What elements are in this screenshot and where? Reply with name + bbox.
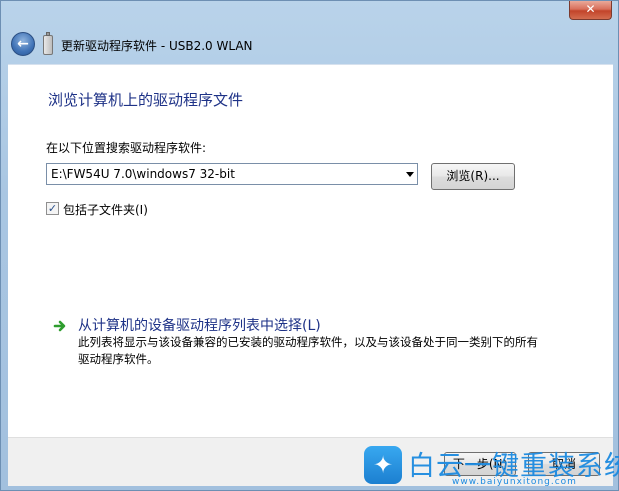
dropdown-arrow-icon[interactable]: [406, 172, 414, 177]
usb-device-icon: [43, 32, 53, 55]
footer-bar: 下一步(N) 取消: [8, 437, 613, 486]
pick-from-list-link[interactable]: 从计算机的设备驱动程序列表中选择(L): [78, 315, 321, 335]
page-heading: 浏览计算机上的驱动程序文件: [48, 91, 244, 109]
include-subfolders-label[interactable]: 包括子文件夹(I): [63, 201, 148, 218]
back-arrow-icon: ←: [17, 36, 29, 52]
green-arrow-icon: [53, 320, 66, 332]
include-subfolders-checkbox[interactable]: ✓: [46, 202, 59, 215]
title-bar: ← 更新驱动程序软件 - USB2.0 WLAN: [7, 29, 612, 63]
next-button[interactable]: 下一步(N): [444, 452, 516, 476]
cancel-button[interactable]: 取消: [528, 452, 600, 476]
content-panel: 浏览计算机上的驱动程序文件 在以下位置搜索驱动程序软件: E:\FW54U 7.…: [8, 64, 613, 438]
back-button[interactable]: ←: [11, 32, 35, 56]
path-combobox[interactable]: E:\FW54U 7.0\windows7 32-bit: [46, 163, 418, 185]
close-button[interactable]: ✕: [569, 1, 612, 20]
checkmark-icon: ✓: [47, 202, 58, 215]
window-title: 更新驱动程序软件 - USB2.0 WLAN: [61, 39, 253, 53]
browse-button[interactable]: 浏览(R)...: [431, 163, 515, 190]
pick-from-list-description: 此列表将显示与该设备兼容的已安装的驱动程序软件，以及与该设备处于同一类别下的所有…: [78, 335, 538, 366]
path-value[interactable]: E:\FW54U 7.0\windows7 32-bit: [51, 167, 235, 181]
search-location-label: 在以下位置搜索驱动程序软件:: [46, 141, 207, 155]
dialog-window: ✕ ← 更新驱动程序软件 - USB2.0 WLAN 浏览计算机上的驱动程序文件…: [0, 0, 619, 491]
